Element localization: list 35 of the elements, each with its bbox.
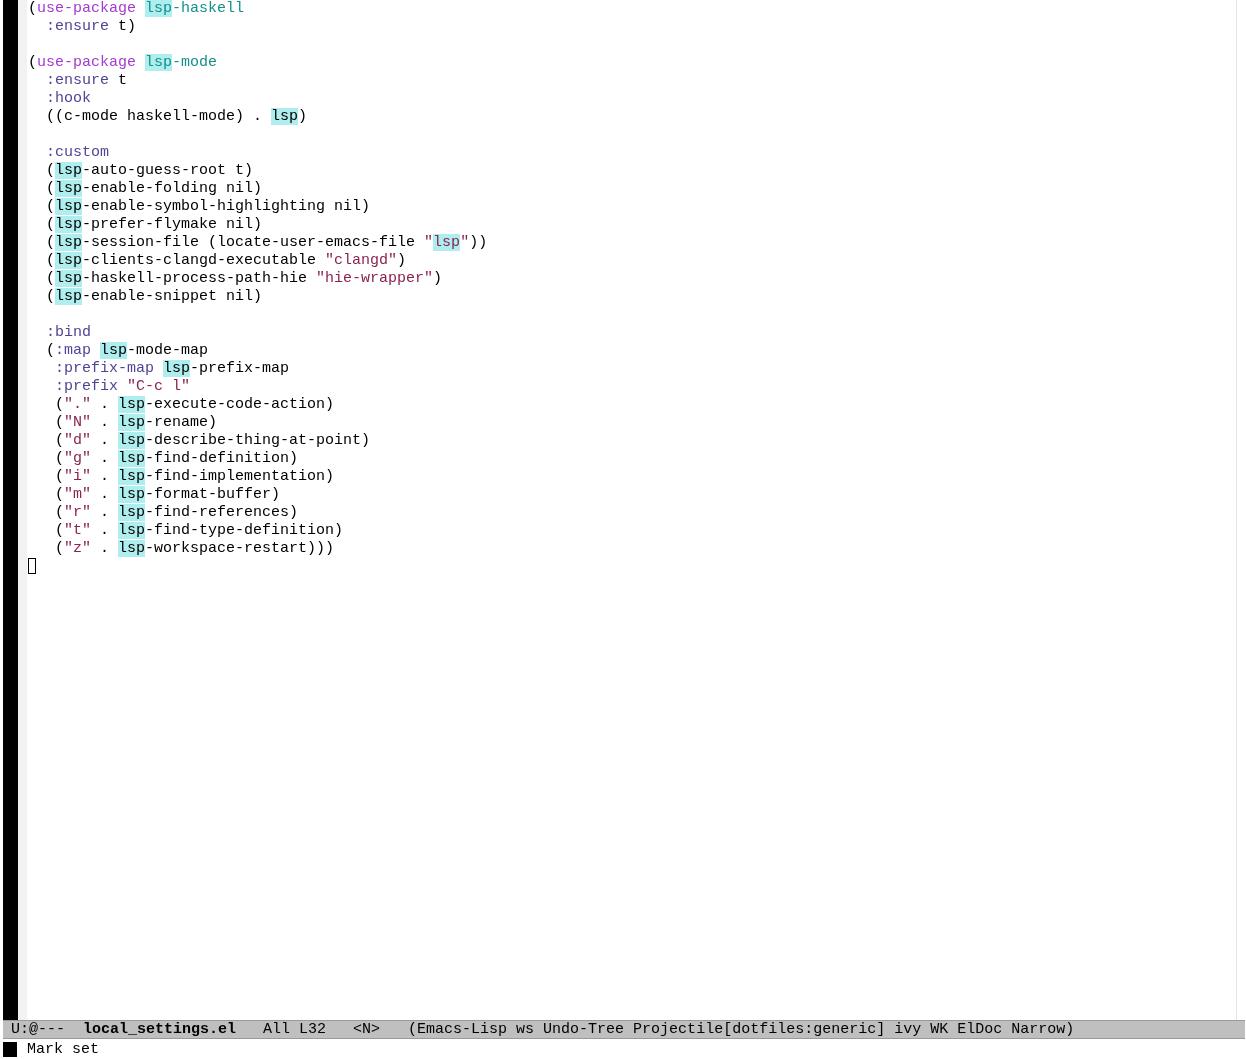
code-line: ("m" . lsp-format-buffer) bbox=[54, 486, 282, 504]
code-line: (lsp-auto-guess-root t) bbox=[45, 162, 255, 180]
code-line: :custom bbox=[45, 144, 110, 162]
evil-state: <N> bbox=[353, 1021, 381, 1038]
code-line: :prefix "C-c l" bbox=[54, 378, 192, 396]
code-line: :ensure t) bbox=[45, 18, 138, 36]
code-line: ("i" . lsp-find-implementation) bbox=[54, 468, 336, 486]
code-line: ("N" . lsp-rename) bbox=[54, 414, 219, 432]
code-line: (:map lsp-mode-map bbox=[45, 342, 210, 360]
code-line: :hook bbox=[45, 90, 92, 108]
code-line: ("d" . lsp-describe-thing-at-point) bbox=[54, 432, 372, 450]
code-line: ("r" . lsp-find-references) bbox=[54, 504, 300, 522]
code-line: (lsp-haskell-process-path-hie "hie-wrapper") bbox=[45, 270, 444, 288]
code-line: ("t" . lsp-find-type-definition) bbox=[54, 522, 345, 540]
code-line: (lsp-clients-clangd-executable "clangd") bbox=[45, 252, 408, 270]
mode-list: (Emacs-Lisp ws Undo-Tree Projectile[dotfiles:generic] ivy WK ElDoc Narrow) bbox=[408, 1021, 1075, 1038]
fringe-block bbox=[3, 1041, 17, 1057]
code-line: (lsp-session-file (locate-user-emacs-file "lsp")) bbox=[45, 234, 489, 252]
code-line: ("g" . lsp-find-definition) bbox=[54, 450, 300, 468]
code-line: :prefix-map lsp-prefix-map bbox=[54, 360, 291, 378]
code-line: ((c-mode haskell-mode) . lsp) bbox=[45, 108, 309, 126]
buffer-status: U:@--- bbox=[11, 1021, 65, 1038]
code-line: :ensure t bbox=[45, 72, 129, 90]
code-line: :bind bbox=[45, 324, 92, 342]
code-line: (lsp-enable-symbol-highlighting nil) bbox=[45, 198, 372, 216]
code-line: (use-package lsp-haskell bbox=[28, 0, 246, 18]
echo-message: Mark set bbox=[27, 1040, 99, 1058]
code-line: (lsp-prefer-flymake nil) bbox=[45, 216, 264, 234]
code-line: (lsp-enable-folding nil) bbox=[45, 180, 264, 198]
buffer-position: All L32 bbox=[263, 1021, 327, 1038]
code-line: ("z" . lsp-workspace-restart))) bbox=[54, 540, 336, 558]
buffer-name: local_settings.el bbox=[83, 1021, 237, 1038]
code-line: ("." . lsp-execute-code-action) bbox=[54, 396, 336, 414]
code-line: (use-package lsp-mode bbox=[28, 54, 219, 72]
code-line: (lsp-enable-snippet nil) bbox=[45, 288, 264, 306]
